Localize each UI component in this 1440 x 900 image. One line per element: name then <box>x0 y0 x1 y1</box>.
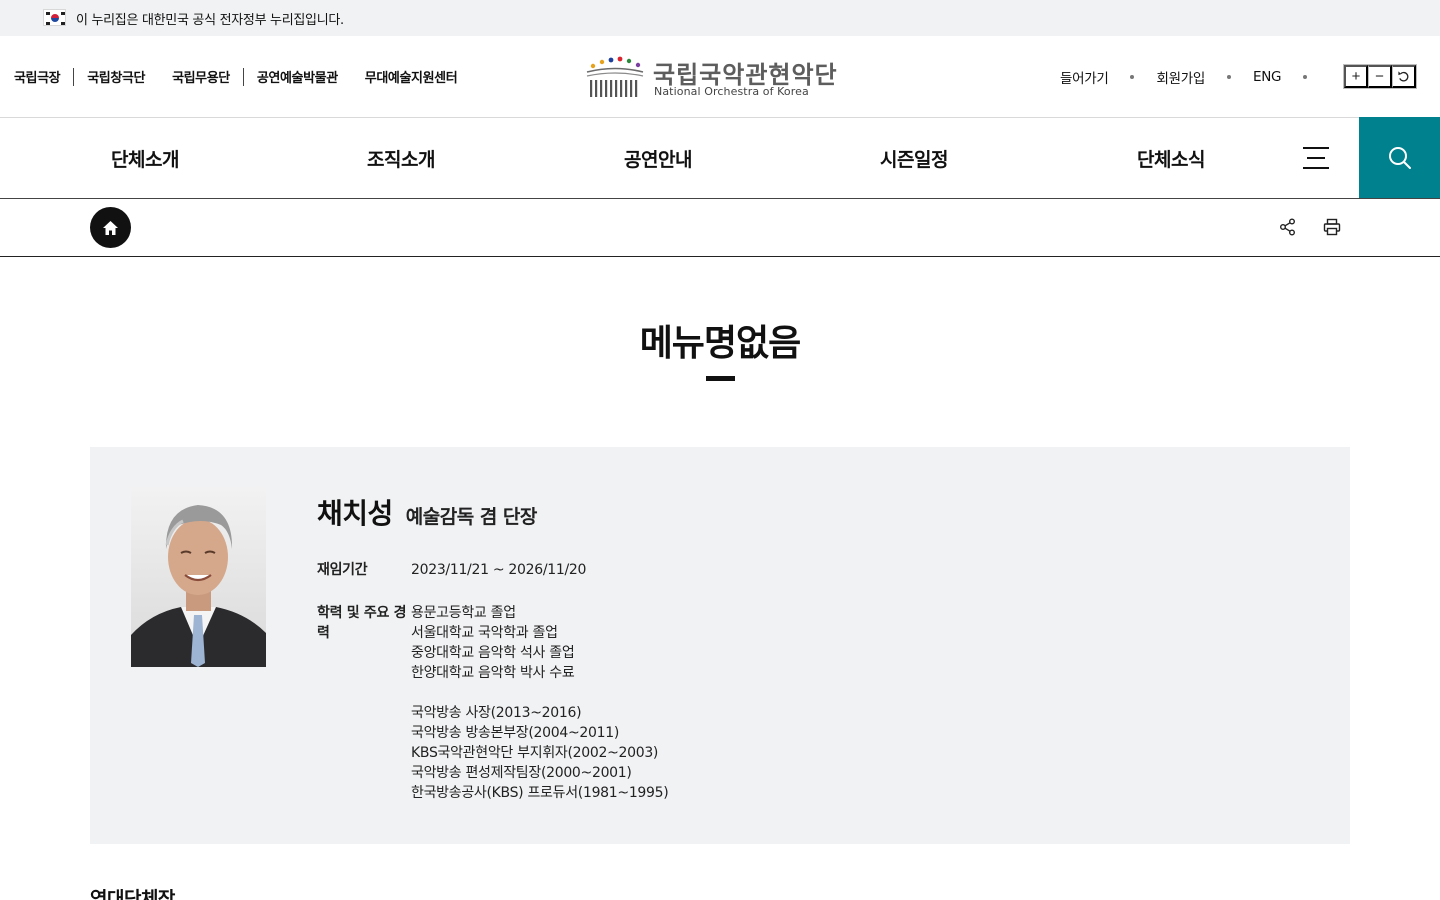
site-logo[interactable]: 국립국악관현악단 National Orchestra of Korea <box>585 56 860 100</box>
zoom-in-button[interactable]: + <box>1344 65 1368 88</box>
career-item: 국악방송 사장(2013~2016) <box>411 705 582 721</box>
career-list: 용문고등학교 졸업 서울대학교 국악학과 졸업 중앙대학교 음악학 석사 졸업 … <box>411 603 669 803</box>
utility-links: 들어가기 회원가입 ENG <box>1060 67 1329 87</box>
gov-banner-text: 이 누리집은 대한민국 공식 전자정부 누리집입니다. <box>76 13 344 28</box>
dot-separator <box>1130 75 1135 79</box>
family-link-museum[interactable]: 공연예술박물관 <box>257 67 338 86</box>
career-item: 용문고등학교 졸업 <box>411 605 516 621</box>
site-header: 국립극장 국립창극단 국립무용단 공연예술박물관 무대예술지원센터 국립국악관현… <box>0 36 1440 118</box>
career-item: 국악방송 편성제작팀장(2000~2001) <box>411 765 632 781</box>
director-profile-card: 채치성 예술감독 겸 단장 재임기간 2023/11/21 ~ 2026/11/… <box>90 447 1350 844</box>
zoom-out-button[interactable]: − <box>1368 65 1392 88</box>
logo-mark-icon <box>586 56 644 97</box>
career-item: 국악방송 방송본부장(2004~2011) <box>411 725 619 741</box>
term-value: 2023/11/21 ~ 2026/11/20 <box>411 562 587 578</box>
term-label: 재임기간 <box>317 562 368 578</box>
print-button[interactable] <box>1322 217 1342 237</box>
career-spacer <box>411 683 668 703</box>
director-photo <box>131 487 266 667</box>
search-button[interactable] <box>1359 117 1440 198</box>
text-zoom-controls: + − <box>1343 64 1417 89</box>
family-site-links: 국립극장 국립창극단 국립무용단 공연예술박물관 무대예술지원센터 <box>14 67 458 86</box>
career-item: 한국방송공사(KBS) 프로듀서(1981~1995) <box>411 785 669 801</box>
gov-banner: 이 누리집은 대한민국 공식 전자정부 누리집입니다. <box>0 0 1440 36</box>
director-position: 예술감독 겸 단장 <box>405 506 538 528</box>
career-item: 한양대학교 음악학 박사 수료 <box>411 665 575 681</box>
location-bar <box>0 199 1440 257</box>
share-icon <box>1280 218 1295 236</box>
career-item: 중앙대학교 음악학 석사 졸업 <box>411 645 575 661</box>
zoom-reset-button[interactable] <box>1392 65 1416 88</box>
director-name: 채치성 <box>317 497 393 530</box>
career-label-line: 학력 및 주요 경 <box>317 605 407 621</box>
title-underline <box>706 376 735 381</box>
korea-flag-icon <box>43 9 66 26</box>
career-label: 학력 및 주요 경 력 <box>317 603 407 643</box>
print-icon <box>1323 218 1341 236</box>
past-directors-heading: 역대단체장 <box>90 888 175 900</box>
director-name-row: 채치성 예술감독 겸 단장 <box>317 492 537 532</box>
career-item: 서울대학교 국악학과 졸업 <box>411 625 558 641</box>
family-link-stage-center[interactable]: 무대예술지원센터 <box>365 67 458 86</box>
nav-item-organization-intro[interactable]: 단체소개 <box>111 145 179 172</box>
page-title: 메뉴명없음 <box>639 323 802 364</box>
divider <box>242 67 244 86</box>
search-icon <box>1388 146 1411 169</box>
logo-english-text: National Orchestra of Korea <box>654 85 809 98</box>
divider <box>73 67 75 86</box>
dot-separator <box>1303 75 1308 79</box>
reset-icon <box>1398 71 1409 82</box>
family-link-dance-company[interactable]: 국립무용단 <box>172 67 230 86</box>
main-navigation: 단체소개 조직소개 공연안내 시즌일정 단체소식 <box>0 117 1440 199</box>
dot-separator <box>1226 75 1231 79</box>
nav-item-season-schedule[interactable]: 시즌일정 <box>880 145 948 172</box>
signup-link[interactable]: 회원가입 <box>1156 67 1205 87</box>
career-item: KBS국악관현악단 부지휘자(2002~2003) <box>411 745 659 761</box>
home-button[interactable] <box>90 207 131 248</box>
family-link-national-theater[interactable]: 국립극장 <box>14 67 61 86</box>
hamburger-menu-button[interactable] <box>1303 147 1329 169</box>
english-site-link[interactable]: ENG <box>1253 69 1282 85</box>
family-link-changgeuk[interactable]: 국립창극단 <box>87 67 145 86</box>
nav-item-members-intro[interactable]: 조직소개 <box>367 145 435 172</box>
home-icon <box>103 220 118 235</box>
nav-item-news[interactable]: 단체소식 <box>1137 145 1205 172</box>
share-button[interactable] <box>1278 217 1298 237</box>
nav-item-performance-info[interactable]: 공연안내 <box>624 145 692 172</box>
career-label-line: 력 <box>317 625 330 641</box>
login-link[interactable]: 들어가기 <box>1060 67 1109 87</box>
